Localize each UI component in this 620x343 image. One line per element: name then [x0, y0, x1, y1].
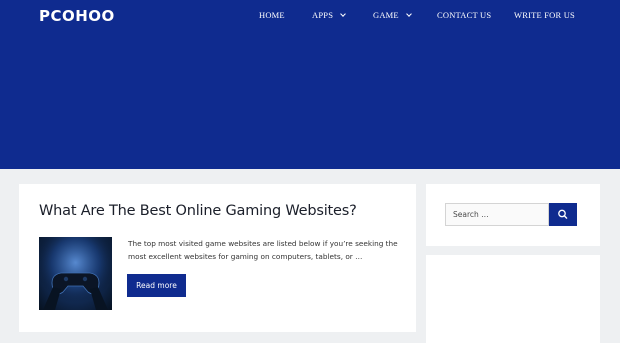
search-input[interactable]: Search … — [445, 203, 549, 226]
post-card: What Are The Best Online Gaming Websites… — [19, 184, 416, 332]
nav-item-home[interactable]: HOME — [259, 10, 285, 20]
gamepad-controller-icon — [39, 237, 112, 310]
chevron-down-icon — [405, 11, 412, 17]
sidebar-search-widget: Search … — [426, 184, 600, 246]
chevron-down-icon — [340, 11, 346, 17]
nav-item-contact-us[interactable]: CONTACT US — [437, 10, 491, 20]
nav-item-write-for-us[interactable]: WRITE FOR US — [514, 10, 575, 20]
search-button[interactable] — [549, 203, 577, 226]
sidebar-widget — [426, 255, 600, 343]
post-thumbnail[interactable] — [39, 237, 112, 310]
search-icon — [558, 209, 568, 219]
post-excerpt: The top most visited game websites are l… — [128, 237, 398, 263]
nav-item-label: CONTACT US — [437, 10, 492, 20]
post-title[interactable]: What Are The Best Online Gaming Websites… — [39, 203, 357, 219]
nav-item-label: GAME — [373, 10, 399, 20]
excerpt-line: most excellent websites for gaming on co… — [128, 252, 363, 261]
nav-item-apps[interactable]: APPS — [312, 10, 346, 20]
nav-item-game[interactable]: GAME — [373, 10, 412, 20]
nav-item-label: WRITE FOR US — [514, 10, 575, 20]
excerpt-line: The top most visited game websites are l… — [128, 239, 398, 248]
read-more-button[interactable]: Read more — [127, 274, 186, 297]
nav-item-label: APPS — [312, 10, 334, 20]
main-navigation: HOME APPS GAME CONTACT US WRITE FOR US — [0, 0, 620, 30]
nav-item-label: HOME — [259, 10, 285, 20]
site-header: PCOHOO HOME APPS GAME CONTACT US WRITE F… — [0, 0, 620, 169]
